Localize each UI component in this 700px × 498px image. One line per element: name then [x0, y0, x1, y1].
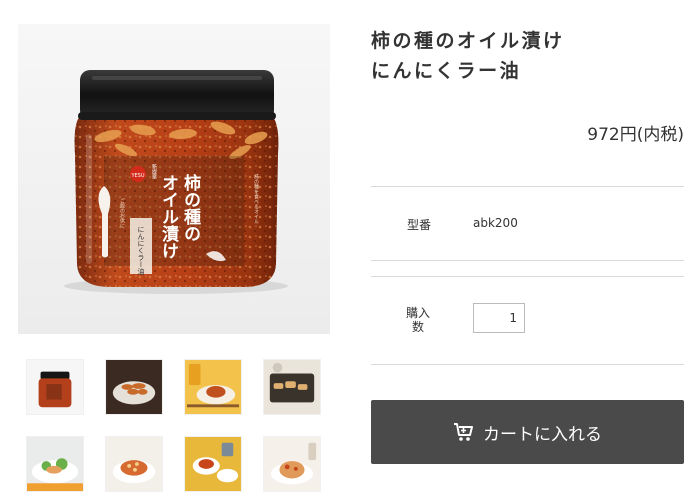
thumb-dish-tray[interactable] — [263, 359, 321, 415]
jar-spoon-note: ご飯のお供に — [119, 197, 125, 228]
product-price: 972円(内税) — [587, 125, 684, 145]
product-title: 柿の種のオイル漬け にんにくラー油 — [371, 26, 691, 86]
thumb-jar[interactable] — [26, 359, 84, 415]
thumb-dish-plate-beer[interactable] — [184, 359, 242, 415]
model-label: 型番 — [406, 218, 431, 232]
main-product-image: YESU にんにくラー油 柿の種の オイル漬け 新提案 柿の種を食べるオイル ご… — [18, 24, 330, 334]
thumb-dish-bowl[interactable] — [105, 359, 163, 415]
thumb-dish-pasta[interactable] — [263, 436, 321, 492]
cart-icon — [453, 421, 475, 443]
add-to-cart-label: カートに入れる — [483, 424, 602, 445]
quantity-input[interactable] — [473, 303, 525, 333]
jar-brand: YESU — [130, 173, 144, 179]
jar-name-line2: オイル漬け — [158, 174, 179, 259]
thumb-dish-noodles[interactable] — [105, 436, 163, 492]
divider — [371, 276, 684, 277]
divider — [371, 186, 684, 187]
jar-name-line1: 柿の種の — [180, 173, 201, 242]
quantity-label-line1: 購入 — [405, 306, 430, 320]
model-value: abk200 — [473, 216, 518, 230]
jar-new-text: 新提案 — [151, 163, 157, 180]
divider — [371, 364, 684, 365]
jar-side-note: 柿の種を食べるオイル — [253, 173, 259, 224]
thumb-dish-salad[interactable] — [26, 436, 84, 492]
quantity-label-line2: 数 — [411, 320, 424, 334]
quantity-label: 購入 数 — [398, 306, 438, 334]
product-title-line2: にんにくラー油 — [371, 60, 522, 82]
thumb-dish-set[interactable] — [184, 436, 242, 492]
divider — [371, 260, 684, 261]
add-to-cart-button[interactable]: カートに入れる — [371, 400, 684, 464]
jar-flavor-text: にんにくラー油 — [137, 226, 145, 276]
product-title-line1: 柿の種のオイル漬け — [371, 30, 565, 52]
